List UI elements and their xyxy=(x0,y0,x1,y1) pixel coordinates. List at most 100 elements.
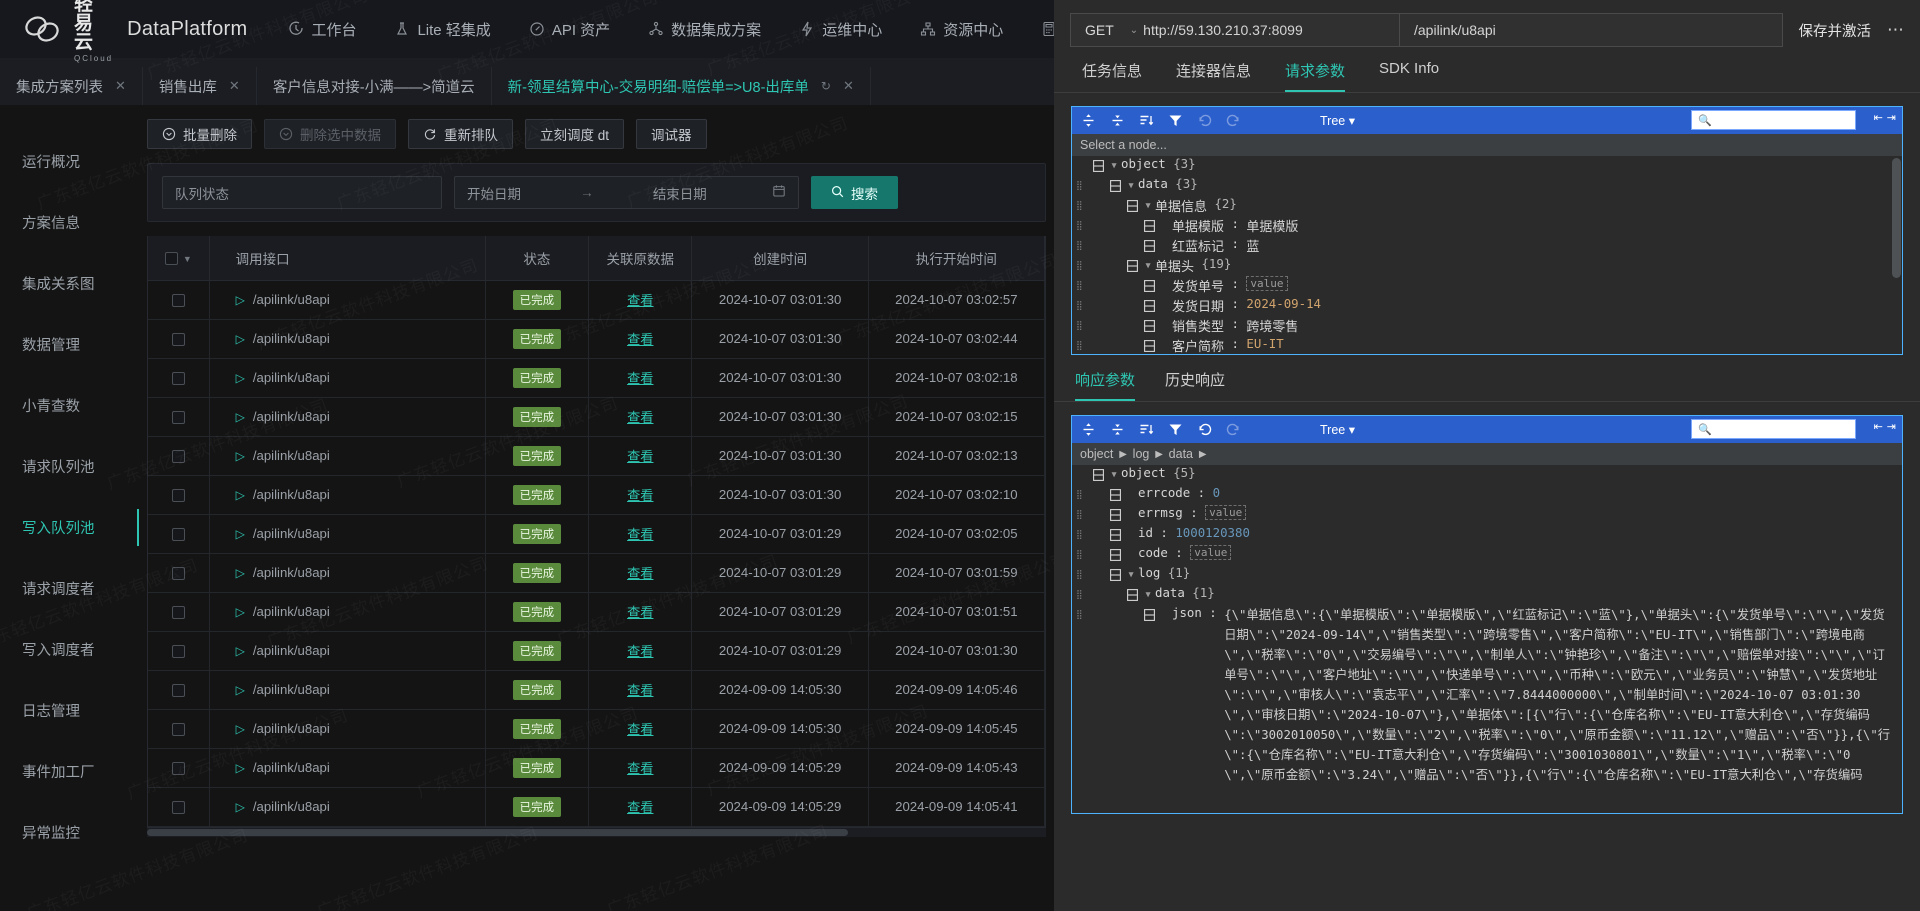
row-api-cell[interactable]: ▷ /apilink/u8api xyxy=(209,436,486,476)
json-tree-row[interactable]: ⣿ ▼ 单据头 {19} xyxy=(1072,256,1902,276)
json-tree-row[interactable]: ⣿ ▼ 单据信息 {2} xyxy=(1072,196,1902,216)
response-json-tree[interactable]: ▼ object {5} ⣿ errcode : 0 ⣿ errmsg : value ⣿ i… xyxy=(1072,465,1902,813)
json-tree-row[interactable]: ▼ object {5} xyxy=(1072,465,1902,485)
tab-response-params[interactable]: 响应参数 xyxy=(1075,369,1136,401)
collapse-all-icon[interactable] xyxy=(1109,112,1126,129)
redo-icon[interactable] xyxy=(1225,112,1242,129)
undo-icon[interactable] xyxy=(1196,421,1213,438)
json-string-value[interactable]: {\"单据信息\":{\"单据模版\":\"单据模版\",\"红蓝标记\":\"… xyxy=(1224,605,1902,785)
view-link[interactable]: 查看 xyxy=(627,644,653,659)
drag-handle-icon[interactable]: ⣿ xyxy=(1076,296,1089,316)
requeue-button[interactable]: 重新排队 xyxy=(408,119,513,149)
sidebar-item-data-management[interactable]: 数据管理 xyxy=(0,314,139,375)
table-row[interactable]: ▷ /apilink/u8api 已完成 查看 2024-10-07 03:01:30 2… xyxy=(148,397,1046,437)
view-link[interactable]: 查看 xyxy=(627,566,653,581)
json-tree-row[interactable]: ⣿ id : 1000120380 xyxy=(1072,525,1902,545)
json-value[interactable]: 跨境零售 xyxy=(1246,316,1298,335)
chevron-down-icon[interactable]: ▼ xyxy=(1107,156,1121,176)
json-tree-row[interactable]: ▼ object {3} xyxy=(1072,156,1902,176)
save-and-activate-button[interactable]: 保存并激活 xyxy=(1799,20,1872,41)
table-row[interactable]: ▷ /apilink/u8api 已完成 查看 2024-09-09 14:05:29 2… xyxy=(148,787,1046,827)
nav-item-finance[interactable]: 财务 xyxy=(1022,0,1054,58)
drag-handle-icon[interactable]: ⣿ xyxy=(1076,485,1089,505)
row-checkbox[interactable] xyxy=(171,567,185,580)
sidebar-item-request-scheduler[interactable]: 请求调度者 xyxy=(0,558,139,619)
nav-item-api-assets[interactable]: API 资产 xyxy=(510,0,629,58)
search-prev-icon[interactable]: ⇤ xyxy=(1874,420,1883,433)
method-host-field[interactable]: GET ⌄ http://59.130.210.37:8099 xyxy=(1070,13,1400,47)
json-tree-row[interactable]: ⣿ ▼ data {3} xyxy=(1072,176,1902,196)
json-tree-row[interactable]: ⣿ ▼ data {1} xyxy=(1072,585,1902,605)
row-select-cell[interactable] xyxy=(148,787,210,827)
row-source-cell[interactable]: 查看 xyxy=(588,748,693,788)
json-value[interactable]: 蓝 xyxy=(1246,236,1259,255)
row-checkbox[interactable] xyxy=(171,489,185,502)
row-checkbox[interactable] xyxy=(171,411,185,424)
drag-handle-icon[interactable]: ⣿ xyxy=(1076,585,1089,605)
schedule-now-button[interactable]: 立刻调度 dt xyxy=(525,119,625,149)
table-row[interactable]: ▷ /apilink/u8api 已完成 查看 2024-10-07 03:01:29 2… xyxy=(148,631,1046,671)
json-value[interactable]: 1000120380 xyxy=(1175,525,1250,540)
sidebar-item-write-scheduler[interactable]: 写入调度者 xyxy=(0,619,139,680)
row-checkbox[interactable] xyxy=(171,372,185,385)
search-button[interactable]: 搜索 xyxy=(811,176,898,209)
row-source-cell[interactable]: 查看 xyxy=(588,631,693,671)
row-source-cell[interactable]: 查看 xyxy=(588,592,693,632)
row-source-cell[interactable]: 查看 xyxy=(588,475,693,515)
search-next-icon[interactable]: ⇥ xyxy=(1887,420,1896,433)
workspace-tab-3[interactable]: 新-领星结算中心-交易明细-赔偿单=>U8-出库单 ↻ ✕ xyxy=(491,67,871,105)
chevron-down-icon[interactable]: ▼ xyxy=(1141,585,1155,605)
sidebar-item-request-queue-pool[interactable]: 请求队列池 xyxy=(0,436,139,497)
row-select-cell[interactable] xyxy=(148,319,210,359)
drag-handle-icon[interactable]: ⣿ xyxy=(1076,276,1089,296)
select-all-header[interactable]: ▼ xyxy=(148,236,210,281)
row-checkbox[interactable] xyxy=(171,762,185,775)
sort-icon[interactable] xyxy=(1138,421,1155,438)
drag-handle-icon[interactable]: ⣿ xyxy=(1076,605,1089,625)
request-json-tree[interactable]: ▼ object {3} ⣿ ▼ data {3} ⣿ ▼ 单据信息 {2} ⣿ 单据模版 : 单… xyxy=(1072,156,1902,354)
drag-handle-icon[interactable]: ⣿ xyxy=(1076,236,1089,256)
json-value[interactable]: 0 xyxy=(1213,485,1220,500)
table-row[interactable]: ▷ /apilink/u8api 已完成 查看 2024-10-07 03:01:30 2… xyxy=(148,319,1046,359)
table-row[interactable]: ▷ /apilink/u8api 已完成 查看 2024-09-09 14:05:30 2… xyxy=(148,670,1046,710)
json-value[interactable]: EU-IT xyxy=(1246,336,1283,351)
table-row[interactable]: ▷ /apilink/u8api 已完成 查看 2024-09-09 14:05:30 2… xyxy=(148,709,1046,749)
row-select-cell[interactable] xyxy=(148,514,210,554)
view-link[interactable]: 查看 xyxy=(627,449,653,464)
request-tree-scrollbar[interactable] xyxy=(1892,158,1901,278)
json-placeholder[interactable]: value xyxy=(1190,545,1232,560)
view-link[interactable]: 查看 xyxy=(627,800,653,815)
json-tree-row-blob[interactable]: ⣿ json : {\"单据信息\":{\"单据模版\":\"单据模版\",\"红… xyxy=(1072,605,1902,785)
row-checkbox[interactable] xyxy=(171,294,185,307)
json-tree-row[interactable]: ⣿ 发货单号 : value xyxy=(1072,276,1902,296)
chevron-down-icon[interactable]: ▼ xyxy=(1141,196,1155,216)
tab-connector-info[interactable]: 连接器信息 xyxy=(1176,60,1251,92)
row-checkbox[interactable] xyxy=(171,684,185,697)
table-row[interactable]: ▷ /apilink/u8api 已完成 查看 2024-09-09 14:05:29 2… xyxy=(148,748,1046,788)
drag-handle-icon[interactable]: ⣿ xyxy=(1076,176,1089,196)
chevron-down-icon[interactable]: ▼ xyxy=(1124,565,1138,585)
row-source-cell[interactable]: 查看 xyxy=(588,787,693,827)
row-checkbox[interactable] xyxy=(171,645,185,658)
ellipsis-icon[interactable]: ⋯ xyxy=(1887,20,1904,40)
sidebar-item-log-management[interactable]: 日志管理 xyxy=(0,680,139,741)
editor-mode-selector[interactable]: Tree ▾ xyxy=(1320,422,1355,437)
editor-mode-selector[interactable]: Tree ▾ xyxy=(1320,113,1355,128)
json-tree-row[interactable]: ⣿ ▼ log {1} xyxy=(1072,565,1902,585)
sidebar-item-plan-info[interactable]: 方案信息 xyxy=(0,192,139,253)
json-tree-row[interactable]: ⣿ 客户简称 : EU-IT xyxy=(1072,336,1902,354)
sidebar-item-event-factory[interactable]: 事件加工厂 xyxy=(0,741,139,802)
row-select-cell[interactable] xyxy=(148,631,210,671)
chevron-down-icon[interactable]: ▼ xyxy=(1124,176,1138,196)
response-editor-search-input[interactable]: 🔍 xyxy=(1691,419,1856,439)
json-value[interactable]: 单据模版 xyxy=(1246,216,1298,235)
row-source-cell[interactable]: 查看 xyxy=(588,709,693,749)
redo-icon[interactable] xyxy=(1225,421,1242,438)
workspace-tab-1[interactable]: 销售出库 ✕ xyxy=(142,67,257,105)
table-row[interactable]: ▷ /apilink/u8api 已完成 查看 2024-10-07 03:01:29 2… xyxy=(148,514,1046,554)
chevron-down-icon[interactable]: ▼ xyxy=(1107,465,1121,485)
row-source-cell[interactable]: 查看 xyxy=(588,436,693,476)
select-all-checkbox[interactable] xyxy=(164,252,178,266)
tab-sdk-info[interactable]: SDK Info xyxy=(1379,60,1439,92)
batch-delete-button[interactable]: 批量删除 xyxy=(147,119,252,149)
